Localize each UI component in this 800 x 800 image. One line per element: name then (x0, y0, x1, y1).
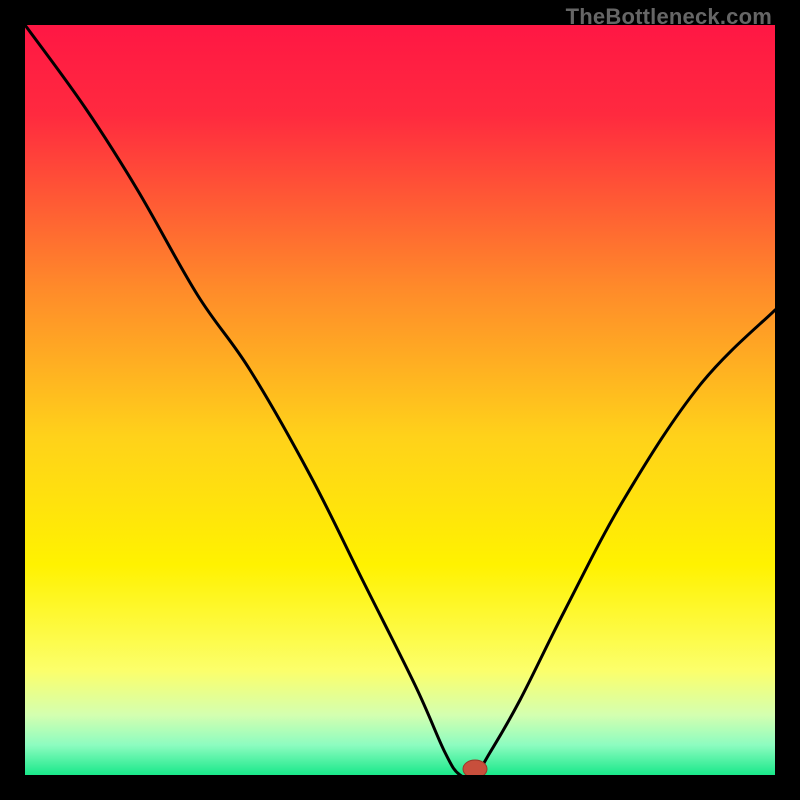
chart-stage: TheBottleneck.com (0, 0, 800, 800)
optimal-point-marker (463, 760, 487, 775)
gradient-background (25, 25, 775, 775)
plot-area (25, 25, 775, 775)
bottleneck-chart (25, 25, 775, 775)
